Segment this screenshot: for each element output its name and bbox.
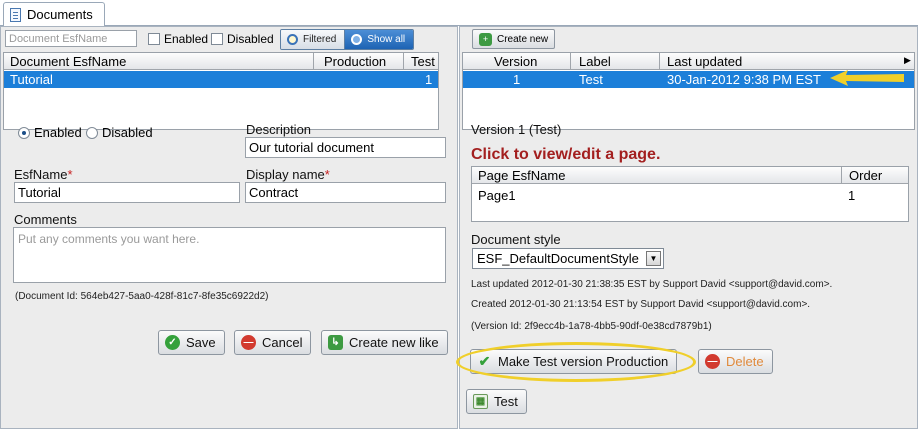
comments-label: Comments xyxy=(14,212,77,227)
document-style-select[interactable]: ESF_DefaultDocumentStyle ▼ xyxy=(472,248,664,269)
column-header-version[interactable]: Version xyxy=(494,54,537,69)
enabled-radio[interactable]: Enabled xyxy=(18,125,82,140)
test-button[interactable]: ▦ Test xyxy=(466,389,527,414)
cancel-button[interactable]: — Cancel xyxy=(234,330,312,355)
show-all-button-label: Show all xyxy=(367,34,406,45)
row-version: 1 xyxy=(513,72,521,87)
chevron-down-icon[interactable]: ▼ xyxy=(646,251,661,266)
test-button-label: Test xyxy=(494,394,518,409)
radio-dot[interactable] xyxy=(18,126,30,139)
copy-plus-icon: ↳ xyxy=(328,335,343,350)
description-field[interactable] xyxy=(245,137,446,158)
document-id: (Document Id: 564eb427-5aa0-428f-81c7-8f… xyxy=(15,291,269,302)
esfname-label: EsfName* xyxy=(14,167,73,182)
enabled-filter-checkbox[interactable]: Enabled xyxy=(148,32,208,46)
checkbox-box[interactable] xyxy=(211,33,223,45)
versions-grid-header: Version Label Last updated ▶ xyxy=(463,53,914,70)
version-title: Version 1 (Test) xyxy=(471,122,562,137)
tab-bar: Documents xyxy=(0,0,918,26)
document-icon xyxy=(10,7,21,22)
checkbox-box[interactable] xyxy=(148,33,160,45)
delete-icon: — xyxy=(705,354,720,369)
row-page-esfname: Page1 xyxy=(478,188,516,203)
row-test: 1 xyxy=(425,72,433,87)
delete-button[interactable]: — Delete xyxy=(698,349,773,374)
filtered-button[interactable]: Filtered xyxy=(281,30,346,49)
row-label: Test xyxy=(579,72,603,87)
versions-grid: Version Label Last updated ▶ 1 Test 30-J… xyxy=(462,52,915,130)
cancel-icon: — xyxy=(241,335,256,350)
column-header-order[interactable]: Order xyxy=(849,168,882,183)
filtered-button-label: Filtered xyxy=(303,34,337,45)
disabled-radio-label: Disabled xyxy=(102,125,153,140)
table-row[interactable]: Page1 1 xyxy=(472,187,908,204)
checkmark-icon: ✓ xyxy=(165,335,180,350)
make-production-label: Make Test version Production xyxy=(498,354,669,369)
row-last-updated: 30-Jan-2012 9:38 PM EST xyxy=(667,72,821,87)
disabled-filter-checkbox[interactable]: Disabled xyxy=(211,32,274,46)
version-id: (Version Id: 2f9ecc4b-1a78-4bb5-90df-0e3… xyxy=(471,321,712,332)
filter-mode-toggle: Filtered Show all xyxy=(280,29,415,50)
last-updated-text: Last updated 2012-01-30 21:38:35 EST by … xyxy=(471,279,833,290)
documents-panel: Enabled Disabled Filtered Show all Docum… xyxy=(0,26,458,429)
pages-grid: Page EsfName Order Page1 1 xyxy=(471,166,909,222)
save-button[interactable]: ✓ Save xyxy=(158,330,225,355)
column-header-esfname[interactable]: Document EsfName xyxy=(10,54,126,69)
disabled-radio[interactable]: Disabled xyxy=(86,125,153,140)
documents-toolbar: Enabled Disabled Filtered Show all xyxy=(1,27,457,52)
tab-documents[interactable]: Documents xyxy=(3,2,105,26)
column-header-test[interactable]: Test xyxy=(411,54,435,69)
disabled-filter-label: Disabled xyxy=(227,32,274,46)
column-header-production[interactable]: Production xyxy=(324,54,386,69)
make-production-button[interactable]: ✔ Make Test version Production xyxy=(470,349,678,374)
new-document-icon: + xyxy=(479,32,492,46)
create-new-button[interactable]: + Create new xyxy=(472,29,556,49)
magnifier-icon xyxy=(351,34,363,45)
display-name-label: Display name* xyxy=(246,167,330,182)
versions-panel: + Create new Version Label Last updated … xyxy=(459,26,918,429)
row-order: 1 xyxy=(848,188,856,203)
description-label: Description xyxy=(246,122,312,137)
column-header-label[interactable]: Label xyxy=(579,54,611,69)
column-header-last-updated[interactable]: Last updated xyxy=(667,54,742,69)
enabled-filter-label: Enabled xyxy=(164,32,209,46)
esfname-field[interactable] xyxy=(14,182,240,203)
documents-grid: Document EsfName Production Test Tutoria… xyxy=(3,52,439,130)
preview-icon: ▦ xyxy=(473,394,488,409)
click-hint: Click to view/edit a page. xyxy=(471,146,661,163)
pages-grid-header: Page EsfName Order xyxy=(472,167,908,184)
save-button-label: Save xyxy=(186,335,216,350)
create-new-like-label: Create new like xyxy=(349,335,439,350)
scroll-right-arrow-icon[interactable]: ▶ xyxy=(904,55,911,66)
comments-field[interactable] xyxy=(13,227,446,283)
created-text: Created 2012-01-30 21:13:54 EST by Suppo… xyxy=(471,299,811,310)
row-esfname: Tutorial xyxy=(10,72,53,87)
create-new-label: Create new xyxy=(497,33,549,45)
create-new-like-button[interactable]: ↳ Create new like xyxy=(321,330,448,355)
radio-dot[interactable] xyxy=(86,126,98,139)
document-style-label: Document style xyxy=(471,232,561,247)
table-row[interactable]: 1 Test 30-Jan-2012 9:38 PM EST xyxy=(463,71,914,88)
document-filter-input[interactable] xyxy=(5,30,137,47)
checkmark-icon: ✔ xyxy=(478,353,491,369)
enabled-radio-label: Enabled xyxy=(34,125,82,140)
cancel-button-label: Cancel xyxy=(262,335,303,350)
magnifier-plus-icon xyxy=(287,34,298,45)
display-name-field[interactable] xyxy=(245,182,446,203)
tab-documents-label: Documents xyxy=(27,7,93,22)
show-all-button[interactable]: Show all xyxy=(345,30,414,49)
documents-grid-header: Document EsfName Production Test xyxy=(4,53,438,70)
table-row[interactable]: Tutorial 1 xyxy=(4,71,438,88)
delete-button-label: Delete xyxy=(726,354,764,369)
document-style-value: ESF_DefaultDocumentStyle xyxy=(477,251,639,266)
column-header-page-esfname[interactable]: Page EsfName xyxy=(478,168,565,183)
